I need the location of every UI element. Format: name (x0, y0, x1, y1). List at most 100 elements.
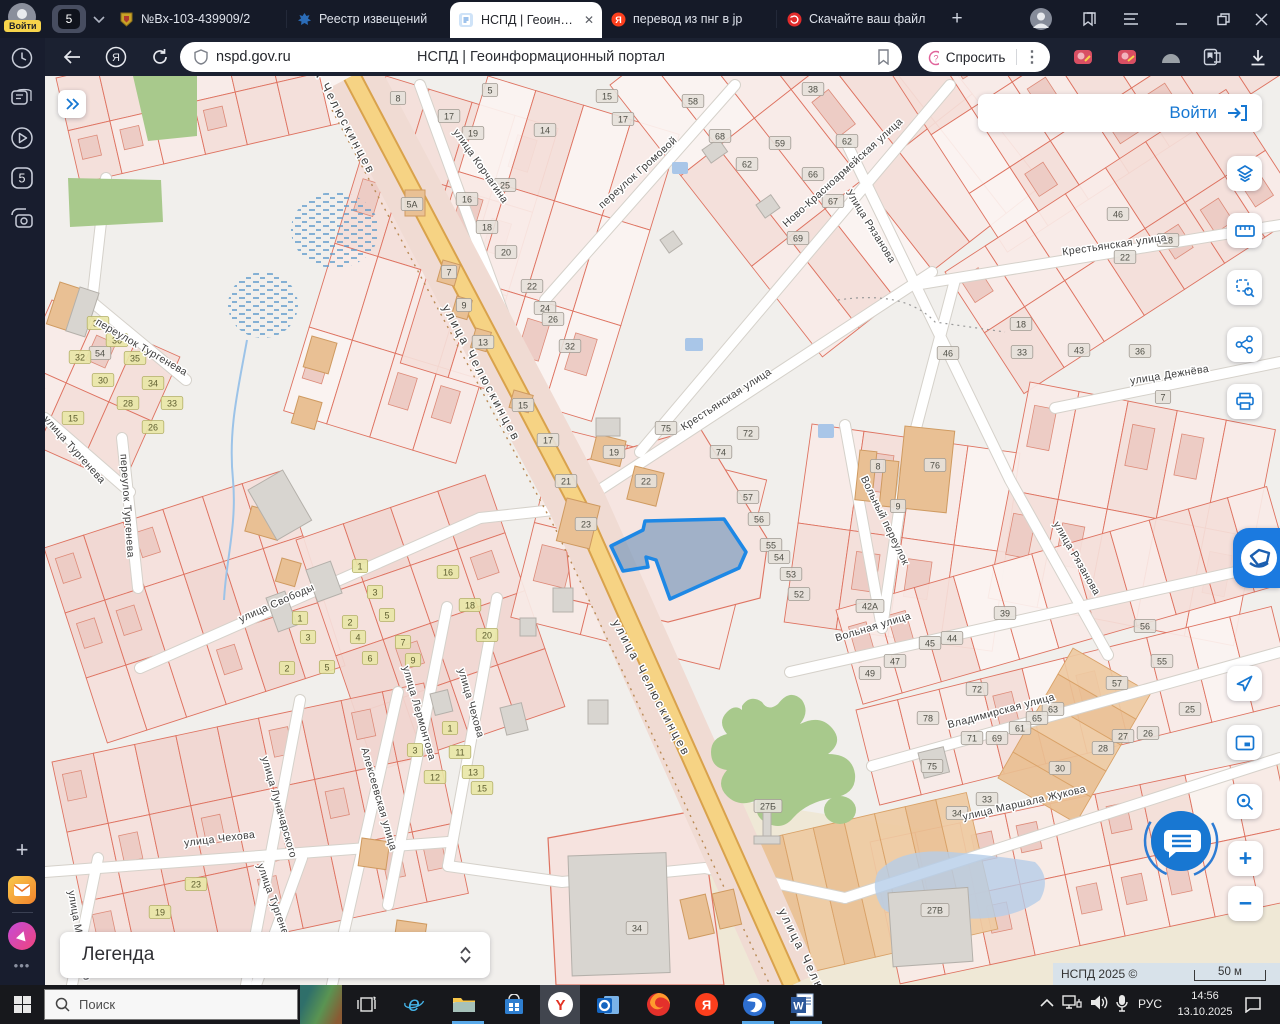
tab-registry[interactable]: Реестр извещений (296, 0, 446, 38)
yandex-browser-icon[interactable]: Y (540, 985, 580, 1024)
tab-group-chevron-icon[interactable] (88, 7, 110, 31)
toolbar-avatar[interactable] (1030, 8, 1052, 30)
svg-text:62: 62 (742, 159, 752, 169)
restore-button[interactable] (1210, 6, 1236, 32)
notes-icon[interactable] (10, 86, 34, 110)
svg-text:9: 9 (461, 300, 466, 310)
minimize-button[interactable] (1168, 6, 1194, 32)
alice-assistant-icon[interactable] (8, 922, 36, 950)
tab-close-icon[interactable]: ✕ (584, 13, 594, 27)
back-icon[interactable] (60, 45, 84, 69)
video-play-icon[interactable] (10, 126, 34, 150)
firefox-icon[interactable] (638, 985, 678, 1024)
microphone-icon[interactable] (1116, 994, 1128, 1012)
coordinate-search-button[interactable] (1227, 784, 1262, 819)
tray-expand-icon[interactable] (1040, 998, 1054, 1008)
close-button[interactable] (1248, 6, 1274, 32)
extension-editor-icon[interactable] (1116, 46, 1138, 68)
parcel-badge: 66 (801, 167, 825, 181)
parcel-badge: 39 (993, 606, 1017, 620)
history-clock-icon[interactable] (10, 46, 34, 70)
parcel-badge: 34 (625, 921, 649, 935)
expand-panel-button[interactable] (58, 90, 86, 118)
water (685, 338, 703, 351)
share-button[interactable] (1227, 327, 1262, 362)
yandex-home-icon[interactable]: Я (104, 45, 128, 69)
sidebar-more-icon[interactable]: ••• (10, 958, 34, 973)
tab-nspd-active[interactable]: НСПД | Геоинфор ✕ (450, 2, 602, 38)
svg-text:30: 30 (98, 375, 108, 385)
zoom-out-button[interactable]: − (1228, 886, 1263, 921)
tab-png-convert[interactable]: Я перевод из пнг в jp (610, 0, 772, 38)
login-label[interactable]: Войти (1169, 103, 1217, 123)
svg-text:18: 18 (465, 600, 475, 610)
new-tab-button[interactable]: + (944, 6, 970, 32)
feedback-tab-button[interactable] (1233, 528, 1280, 588)
parcel-badge: 3 (366, 585, 384, 599)
tab-download-file[interactable]: Скачайте ваш файл (786, 0, 936, 38)
legend-dropdown[interactable]: Легенда (60, 932, 490, 978)
svg-text:68: 68 (715, 131, 725, 141)
bookmark-icon[interactable] (877, 49, 890, 65)
address-bar[interactable]: nspd.gov.ru НСПД | Геоинформационный пор… (180, 42, 902, 72)
tabs-counter-icon[interactable]: 5 (10, 166, 34, 190)
volume-icon[interactable] (1090, 994, 1109, 1011)
yandex-mail-icon[interactable] (8, 876, 36, 904)
svg-text:8: 8 (395, 93, 400, 103)
task-view-button[interactable] (346, 985, 386, 1024)
parcel-badge: 33 (1010, 345, 1034, 359)
screenshot-icon[interactable] (10, 206, 34, 230)
collections-flag-icon[interactable] (1200, 45, 1224, 69)
yandex-app-icon[interactable]: Я (686, 985, 726, 1024)
start-button[interactable] (2, 985, 42, 1024)
internet-explorer-icon[interactable]: e (394, 985, 434, 1024)
measure-button[interactable] (1227, 213, 1262, 248)
parcel-badge: 75 (920, 759, 944, 773)
extension-gray-icon[interactable] (1160, 48, 1182, 66)
network-icon[interactable] (1062, 994, 1082, 1012)
svg-text:32: 32 (565, 341, 575, 351)
taskbar-clock[interactable]: 14:56 13.10.2025 (1175, 988, 1235, 1020)
menu-icon[interactable] (1118, 6, 1144, 32)
login-bar[interactable]: Войти (978, 94, 1262, 132)
side-panel-icon[interactable] (1076, 6, 1102, 32)
extension-translate-icon[interactable] (1072, 46, 1094, 68)
svg-text:26: 26 (548, 314, 558, 324)
locate-me-button[interactable] (1227, 666, 1262, 701)
url-text[interactable]: nspd.gov.ru (216, 49, 291, 65)
shield-icon[interactable] (194, 49, 208, 65)
print-button[interactable] (1227, 384, 1262, 419)
map-canvas[interactable]: 58 15 583817 1719 146859 6225626616 671869205А… (45, 76, 1280, 985)
action-center-icon[interactable] (1244, 996, 1262, 1013)
file-explorer-icon[interactable] (444, 985, 484, 1024)
language-indicator[interactable]: РУС (1138, 997, 1162, 1011)
word-icon[interactable]: W (782, 985, 822, 1024)
svg-text:47: 47 (890, 656, 900, 666)
thunderbird-icon[interactable] (734, 985, 774, 1024)
chat-button[interactable] (1141, 801, 1221, 881)
svg-text:22: 22 (641, 476, 651, 486)
reload-icon[interactable] (148, 45, 172, 69)
area-search-button[interactable] (1227, 270, 1262, 305)
microsoft-store-icon[interactable] (494, 985, 534, 1024)
zoom-in-button[interactable]: + (1228, 841, 1263, 876)
sidebar-add-icon[interactable]: + (10, 837, 34, 862)
profile-login-badge[interactable]: Войти (4, 20, 42, 32)
ask-ai-more-icon[interactable]: ⋮ (1024, 47, 1040, 67)
collapse-chevrons-icon[interactable] (459, 945, 472, 965)
parcel-badge: 5А (400, 197, 424, 211)
minimap-button[interactable] (1227, 725, 1262, 760)
tab-vx-document[interactable]: №Вх-103-439909/2 (118, 0, 282, 38)
layers-button[interactable] (1227, 156, 1262, 191)
outlook-icon[interactable] (588, 985, 628, 1024)
svg-text:19: 19 (468, 128, 478, 138)
taskbar-search-input[interactable]: Поиск (44, 989, 298, 1020)
ask-ai-button[interactable]: ? Спросить ⋮ (918, 42, 1050, 72)
svg-text:53: 53 (786, 569, 796, 579)
picture-preview-thumbnail[interactable] (300, 985, 342, 1024)
svg-text:67: 67 (828, 196, 838, 206)
downloads-icon[interactable] (1246, 45, 1270, 69)
tab-group-counter[interactable]: 5 (52, 5, 86, 33)
parcel-badge: 55 (1150, 654, 1174, 668)
svg-text:2: 2 (284, 663, 289, 673)
